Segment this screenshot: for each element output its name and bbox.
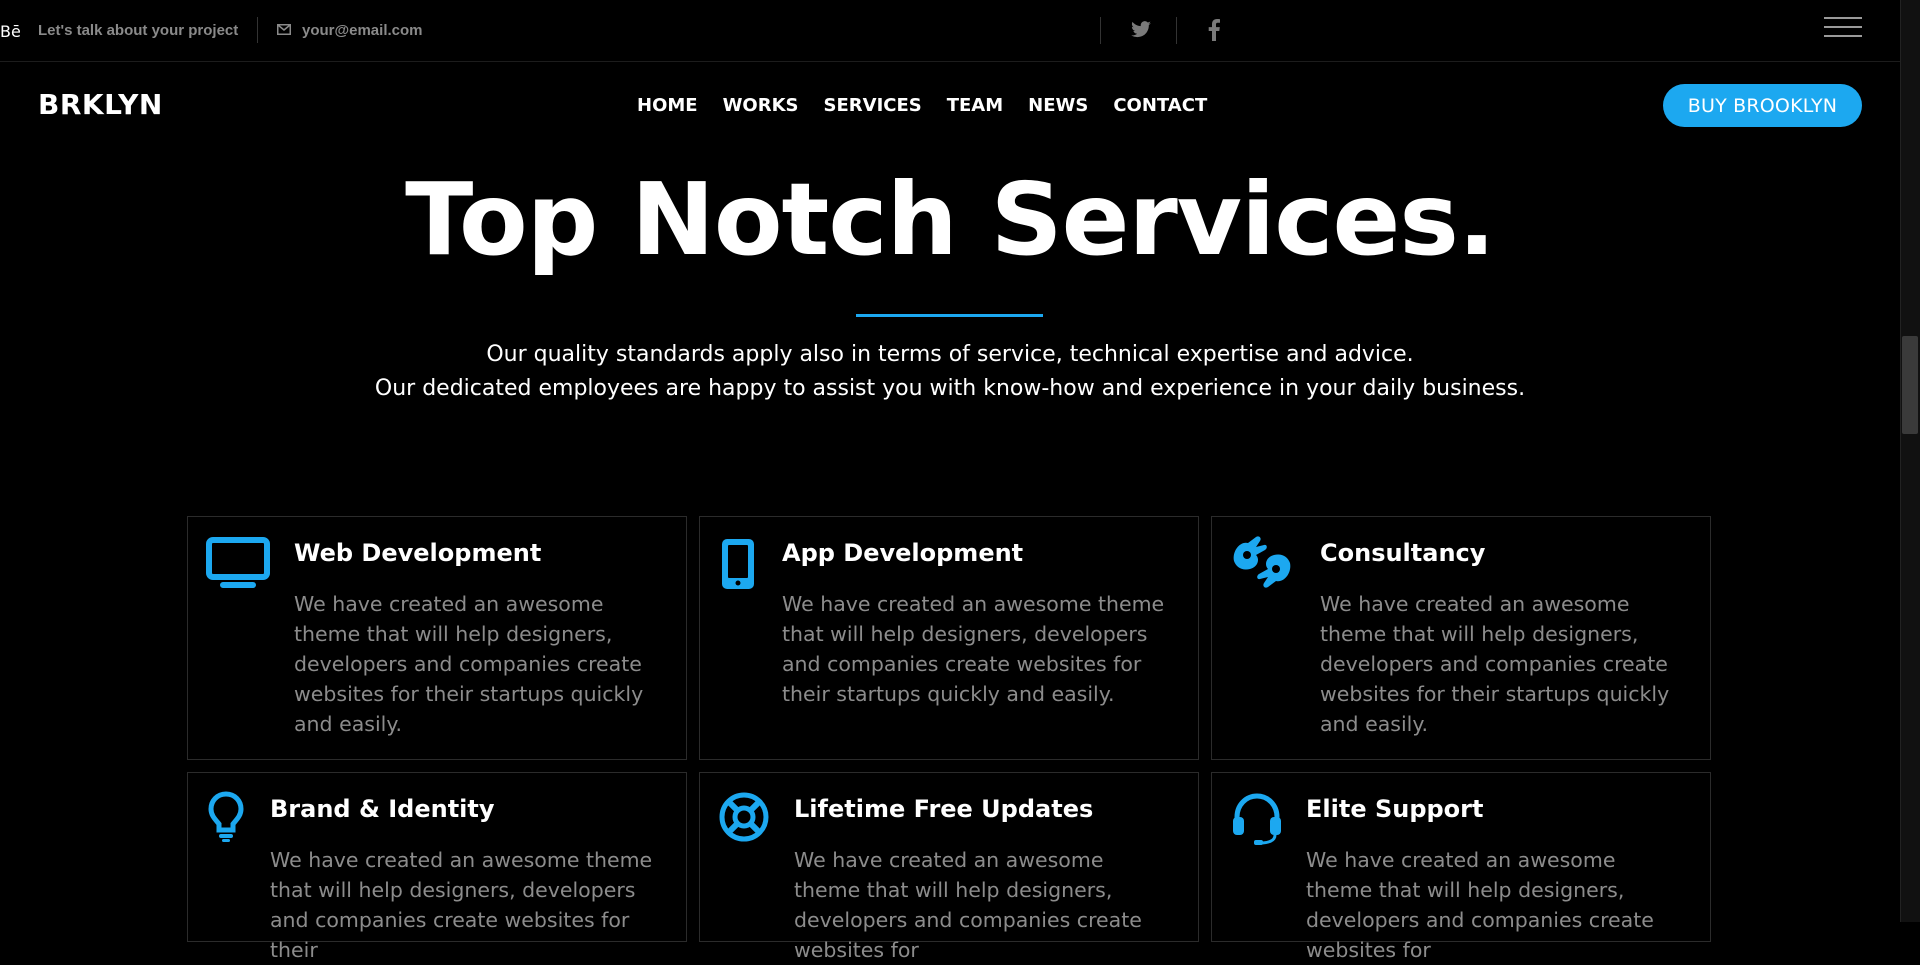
envelope-icon — [277, 24, 291, 35]
title-underline — [856, 314, 1043, 317]
site-logo[interactable]: BRKLYN — [38, 88, 163, 121]
nav-item-home[interactable]: HOME — [637, 95, 698, 116]
monitor-icon — [206, 537, 270, 588]
buy-brooklyn-button[interactable]: BUY BROOKLYN — [1663, 84, 1862, 127]
page-scrollbar[interactable] — [1900, 0, 1920, 922]
service-card-elite-support[interactable]: Elite Support We have created an awesome… — [1211, 772, 1711, 962]
email-link[interactable]: your@email.com — [302, 22, 423, 39]
divider — [1100, 17, 1101, 44]
facebook-icon[interactable] — [1208, 19, 1220, 41]
service-description: We have created an awesome theme that wi… — [270, 848, 653, 962]
service-card-app-development[interactable]: App Development We have created an aweso… — [699, 516, 1199, 760]
sign-language-icon — [1233, 536, 1291, 588]
headset-icon — [1233, 793, 1281, 845]
service-card-consultancy[interactable]: Consultancy We have created an awesome t… — [1211, 516, 1711, 760]
service-card-brand-identity[interactable]: Brand & Identity We have created an awes… — [187, 772, 687, 962]
service-title: Elite Support — [1306, 795, 1484, 823]
subtitle-line: Our dedicated employees are happy to ass… — [374, 376, 1526, 401]
scrollbar-thumb[interactable] — [1902, 336, 1918, 434]
service-title: App Development — [782, 539, 1024, 567]
nav-item-news[interactable]: NEWS — [1028, 95, 1088, 116]
lightbulb-icon — [208, 791, 244, 842]
nav-item-works[interactable]: WORKS — [723, 95, 799, 116]
service-description: We have created an awesome theme that wi… — [1306, 848, 1654, 962]
behance-icon[interactable]: Bē — [0, 14, 21, 48]
nav-item-services[interactable]: SERVICES — [824, 95, 922, 116]
top-info-bar: Let's talk about your project your@email… — [0, 0, 1900, 62]
service-description: We have created an awesome theme that wi… — [1320, 592, 1670, 736]
twitter-icon[interactable] — [1130, 21, 1152, 39]
subtitle-line: Our quality standards apply also in term… — [486, 342, 1414, 367]
service-description: We have created an awesome theme that wi… — [782, 592, 1165, 706]
service-description: We have created an awesome theme that wi… — [794, 848, 1142, 962]
nav-item-team[interactable]: TEAM — [947, 95, 1003, 116]
service-title: Consultancy — [1320, 539, 1486, 567]
service-card-web-development[interactable]: Web Development We have created an aweso… — [187, 516, 687, 760]
hero-subtitle: Our quality standards apply also in term… — [0, 338, 1900, 406]
divider — [257, 17, 258, 43]
life-ring-icon — [719, 792, 769, 842]
menu-toggle-icon[interactable] — [1824, 17, 1862, 39]
nav-item-contact[interactable]: CONTACT — [1113, 95, 1207, 116]
service-title: Web Development — [294, 539, 542, 567]
mobile-icon — [722, 539, 754, 589]
service-description: We have created an awesome theme that wi… — [294, 592, 644, 736]
service-title: Brand & Identity — [270, 795, 495, 823]
contact-tagline: Let's talk about your project — [38, 22, 239, 39]
page-title: Top Notch Services. — [405, 161, 1496, 278]
main-nav: HOME WORKS SERVICES TEAM NEWS CONTACT — [637, 95, 1207, 116]
divider — [1176, 17, 1177, 44]
service-card-lifetime-updates[interactable]: Lifetime Free Updates We have created an… — [699, 772, 1199, 962]
service-title: Lifetime Free Updates — [794, 795, 1094, 823]
